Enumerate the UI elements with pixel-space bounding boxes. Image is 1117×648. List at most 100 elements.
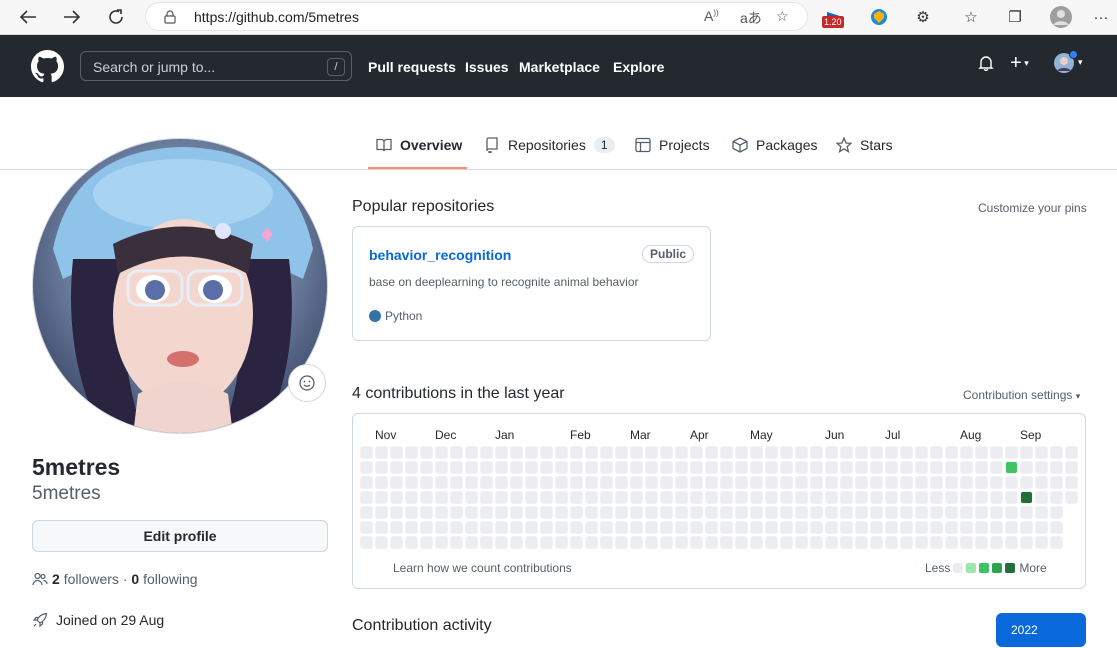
contribution-day[interactable]	[375, 536, 388, 549]
contribution-day[interactable]	[750, 461, 763, 474]
contribution-day[interactable]	[780, 536, 793, 549]
contribution-day[interactable]	[675, 491, 688, 504]
contribution-day[interactable]	[720, 521, 733, 534]
contribution-day[interactable]	[510, 506, 523, 519]
contribution-day[interactable]	[960, 491, 973, 504]
contribution-day[interactable]	[435, 521, 448, 534]
contribution-day[interactable]	[495, 461, 508, 474]
contribution-day[interactable]	[435, 446, 448, 459]
contribution-day[interactable]	[1005, 461, 1018, 474]
contribution-day[interactable]	[900, 446, 913, 459]
nav-issues[interactable]: Issues	[465, 59, 509, 75]
contribution-day[interactable]	[435, 491, 448, 504]
contribution-day[interactable]	[555, 536, 568, 549]
contribution-day[interactable]	[1065, 491, 1078, 504]
contribution-day[interactable]	[1065, 446, 1078, 459]
contribution-day[interactable]	[630, 446, 643, 459]
contribution-day[interactable]	[660, 461, 673, 474]
contribution-day[interactable]	[420, 521, 433, 534]
contribution-day[interactable]	[795, 461, 808, 474]
contribution-day[interactable]	[390, 521, 403, 534]
contribution-day[interactable]	[975, 446, 988, 459]
contribution-day[interactable]	[375, 521, 388, 534]
contribution-day[interactable]	[915, 491, 928, 504]
more-menu-icon[interactable]: ···	[1090, 6, 1112, 28]
contribution-day[interactable]	[645, 521, 658, 534]
contribution-day[interactable]	[360, 476, 373, 489]
contribution-day[interactable]	[870, 491, 883, 504]
contribution-day[interactable]	[945, 506, 958, 519]
contribution-day[interactable]	[645, 446, 658, 459]
contribution-day[interactable]	[825, 461, 838, 474]
contribution-day[interactable]	[885, 536, 898, 549]
contribution-day[interactable]	[615, 461, 628, 474]
contribution-day[interactable]	[750, 476, 763, 489]
contribution-day[interactable]	[570, 476, 583, 489]
contribution-day[interactable]	[615, 446, 628, 459]
contribution-day[interactable]	[1050, 506, 1063, 519]
contribution-day[interactable]	[1035, 506, 1048, 519]
contribution-day[interactable]	[555, 506, 568, 519]
contribution-day[interactable]	[570, 506, 583, 519]
contribution-day[interactable]	[450, 491, 463, 504]
contribution-day[interactable]	[810, 446, 823, 459]
contribution-day[interactable]	[1020, 521, 1033, 534]
contribution-day[interactable]	[435, 476, 448, 489]
contribution-day[interactable]	[915, 461, 928, 474]
browser-profile-icon[interactable]	[1050, 6, 1072, 28]
contribution-day[interactable]	[510, 521, 523, 534]
contribution-day[interactable]	[690, 491, 703, 504]
extensions-puzzle-icon[interactable]: ⚙	[912, 6, 934, 28]
contribution-day[interactable]	[420, 536, 433, 549]
contribution-day[interactable]	[570, 521, 583, 534]
contribution-day[interactable]	[615, 476, 628, 489]
contribution-day[interactable]	[960, 521, 973, 534]
contribution-day[interactable]	[600, 461, 613, 474]
contribution-day[interactable]	[525, 491, 538, 504]
contribution-day[interactable]	[1020, 536, 1033, 549]
contribution-day[interactable]	[690, 506, 703, 519]
contribution-day[interactable]	[990, 536, 1003, 549]
contribution-day[interactable]	[1050, 461, 1063, 474]
contribution-day[interactable]	[885, 461, 898, 474]
contribution-day[interactable]	[660, 521, 673, 534]
contribution-day[interactable]	[960, 461, 973, 474]
contribution-day[interactable]	[585, 461, 598, 474]
profile-avatar[interactable]	[32, 138, 328, 434]
contribution-day[interactable]	[600, 491, 613, 504]
refresh-icon[interactable]	[102, 4, 130, 30]
edit-profile-button[interactable]: Edit profile	[32, 520, 328, 552]
read-aloud-icon[interactable]: A))	[704, 8, 719, 24]
contribution-day[interactable]	[810, 491, 823, 504]
contribution-day[interactable]	[900, 476, 913, 489]
contribution-day[interactable]	[495, 491, 508, 504]
contribution-day[interactable]	[930, 461, 943, 474]
contribution-day[interactable]	[975, 521, 988, 534]
contribution-day[interactable]	[615, 491, 628, 504]
contribution-day[interactable]	[1020, 476, 1033, 489]
contribution-day[interactable]	[645, 506, 658, 519]
contribution-day[interactable]	[555, 521, 568, 534]
contribution-day[interactable]	[495, 536, 508, 549]
contribution-day[interactable]	[810, 536, 823, 549]
contribution-day[interactable]	[765, 476, 778, 489]
contribution-day[interactable]	[375, 506, 388, 519]
contribution-day[interactable]	[900, 506, 913, 519]
contribution-day[interactable]	[810, 476, 823, 489]
contribution-day[interactable]	[675, 506, 688, 519]
contribution-day[interactable]	[540, 506, 553, 519]
tab-overview[interactable]: Overview	[376, 135, 462, 155]
contribution-day[interactable]	[510, 461, 523, 474]
contribution-day[interactable]	[465, 476, 478, 489]
contribution-day[interactable]	[915, 446, 928, 459]
contribution-day[interactable]	[840, 461, 853, 474]
contribution-day[interactable]	[870, 461, 883, 474]
contribution-day[interactable]	[360, 521, 373, 534]
contribution-day[interactable]	[780, 506, 793, 519]
contribution-day[interactable]	[465, 461, 478, 474]
contribution-day[interactable]	[975, 491, 988, 504]
contribution-day[interactable]	[1050, 491, 1063, 504]
contribution-day[interactable]	[585, 506, 598, 519]
contribution-day[interactable]	[1020, 491, 1033, 504]
contribution-day[interactable]	[555, 491, 568, 504]
